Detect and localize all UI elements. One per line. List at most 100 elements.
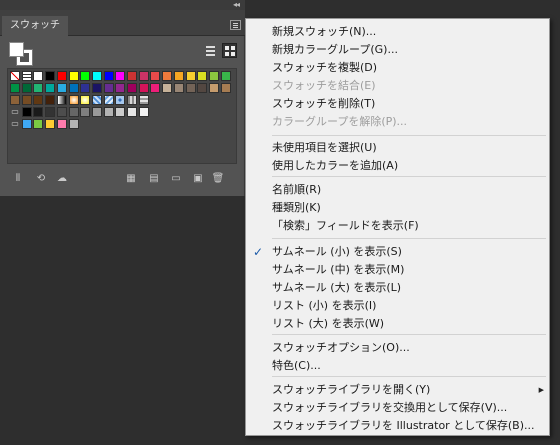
color-swatch[interactable] [220, 83, 231, 93]
color-swatch[interactable] [185, 83, 196, 93]
color-swatch[interactable] [80, 95, 91, 105]
color-swatch[interactable] [138, 107, 149, 117]
menu-item[interactable]: スウォッチライブラリを交換用として保存(V)... [246, 399, 549, 417]
collapse-panels-icon[interactable]: ◂◂ [233, 0, 240, 10]
new-color-group-icon[interactable]: ▭ [169, 172, 183, 186]
menu-item[interactable]: スウォッチオプション(O)... [246, 339, 549, 357]
color-swatch[interactable] [162, 83, 173, 93]
color-swatch[interactable] [91, 107, 102, 117]
color-swatch[interactable] [150, 83, 161, 93]
color-swatch[interactable] [208, 71, 219, 81]
color-swatch[interactable] [138, 95, 149, 105]
color-swatch[interactable] [103, 95, 114, 105]
color-swatch[interactable] [45, 71, 56, 81]
color-swatch[interactable] [115, 107, 126, 117]
fill-stroke-indicator[interactable] [9, 42, 35, 66]
swatch-libraries-icon[interactable]: ⫴ [11, 172, 25, 186]
color-swatch[interactable] [45, 95, 56, 105]
color-swatch[interactable] [103, 83, 114, 93]
color-swatch[interactable] [91, 83, 102, 93]
color-swatch[interactable] [33, 107, 44, 117]
color-swatch[interactable] [80, 71, 91, 81]
color-swatch[interactable] [127, 83, 137, 93]
color-swatch[interactable] [68, 95, 79, 105]
color-swatch[interactable] [127, 71, 137, 81]
color-swatch[interactable] [10, 95, 20, 105]
menu-item[interactable]: 種類別(K) [246, 199, 549, 217]
menu-item[interactable]: 新規カラーグループ(G)... [246, 41, 549, 59]
menu-item[interactable]: 未使用項目を選択(U) [246, 139, 549, 157]
color-swatch[interactable] [68, 83, 79, 93]
color-swatch[interactable] [33, 95, 44, 105]
color-swatch[interactable] [103, 71, 114, 81]
color-swatch[interactable] [21, 95, 32, 105]
delete-swatch-icon[interactable]: 🗑 [211, 172, 225, 186]
none-swatch[interactable] [10, 71, 20, 81]
color-swatch[interactable] [115, 71, 126, 81]
menu-item[interactable]: 使用したカラーを追加(A) [246, 157, 549, 175]
menu-item[interactable]: スウォッチライブラリを Illustrator として保存(B)... [246, 417, 549, 435]
color-swatch[interactable] [10, 83, 20, 93]
grid-view-icon[interactable] [222, 43, 237, 58]
color-swatch[interactable] [45, 107, 56, 117]
color-swatch[interactable] [56, 107, 67, 117]
new-swatch-icon[interactable]: ▣ [191, 172, 205, 186]
panel-menu-icon[interactable] [230, 20, 241, 30]
color-swatch[interactable] [21, 119, 32, 129]
cloud-library-icon[interactable]: ☁ [55, 172, 69, 186]
color-swatch[interactable] [208, 83, 219, 93]
menu-item[interactable]: スウォッチを削除(T) [246, 95, 549, 113]
color-swatch[interactable] [220, 71, 231, 81]
color-group-folder-icon[interactable]: ▭ [10, 119, 20, 129]
menu-item[interactable]: サムネール (大) を表示(L) [246, 279, 549, 297]
color-swatch[interactable] [68, 107, 79, 117]
color-swatch[interactable] [185, 71, 196, 81]
list-view-icon[interactable] [203, 43, 218, 58]
color-swatch[interactable] [162, 71, 173, 81]
color-swatch[interactable] [33, 71, 44, 81]
color-swatch[interactable] [21, 107, 32, 117]
menu-item[interactable]: 「検索」フィールドを表示(F) [246, 217, 549, 235]
color-swatch[interactable] [103, 107, 114, 117]
color-swatch[interactable] [21, 83, 32, 93]
color-swatch[interactable] [56, 95, 67, 105]
color-swatch[interactable] [173, 83, 184, 93]
color-swatch[interactable] [115, 83, 126, 93]
menu-item[interactable]: 特色(C)... [246, 357, 549, 375]
color-swatch[interactable] [127, 107, 137, 117]
color-swatch[interactable] [56, 83, 67, 93]
color-swatch[interactable] [33, 119, 44, 129]
menu-item[interactable]: サムネール (小) を表示(S) ✓ [246, 243, 549, 261]
fill-swatch[interactable] [9, 42, 24, 57]
color-swatch[interactable] [80, 107, 91, 117]
swatch-options-icon[interactable]: ▦ [124, 172, 138, 186]
color-swatch[interactable] [68, 119, 79, 129]
color-swatch[interactable] [45, 83, 56, 93]
color-group-icon[interactable]: ▤ [147, 172, 161, 186]
registration-swatch[interactable] [21, 71, 32, 81]
color-swatch[interactable] [127, 95, 137, 105]
color-group-folder-icon[interactable]: ▭ [10, 107, 20, 117]
color-swatch[interactable] [197, 83, 208, 93]
menu-item[interactable]: 名前順(R) [246, 181, 549, 199]
color-swatch[interactable] [45, 119, 56, 129]
menu-item[interactable]: リスト (大) を表示(W) [246, 315, 549, 333]
show-swatch-kinds-icon[interactable]: ⟲ [34, 172, 48, 186]
color-swatch[interactable] [91, 95, 102, 105]
color-swatch[interactable] [56, 119, 67, 129]
color-swatch[interactable] [150, 71, 161, 81]
color-swatch[interactable] [91, 71, 102, 81]
menu-item[interactable]: リスト (小) を表示(I) [246, 297, 549, 315]
menu-item[interactable]: サムネール (中) を表示(M) [246, 261, 549, 279]
color-swatch[interactable] [138, 71, 149, 81]
menu-item[interactable]: 新規スウォッチ(N)... [246, 23, 549, 41]
color-swatch[interactable] [56, 71, 67, 81]
color-swatch[interactable] [80, 83, 91, 93]
color-swatch[interactable] [197, 71, 208, 81]
color-swatch[interactable] [115, 95, 126, 105]
color-swatch[interactable] [138, 83, 149, 93]
color-swatch[interactable] [173, 71, 184, 81]
tab-swatches[interactable]: スウォッチ [2, 16, 68, 36]
color-swatch[interactable] [33, 83, 44, 93]
menu-item[interactable]: スウォッチを複製(D) [246, 59, 549, 77]
